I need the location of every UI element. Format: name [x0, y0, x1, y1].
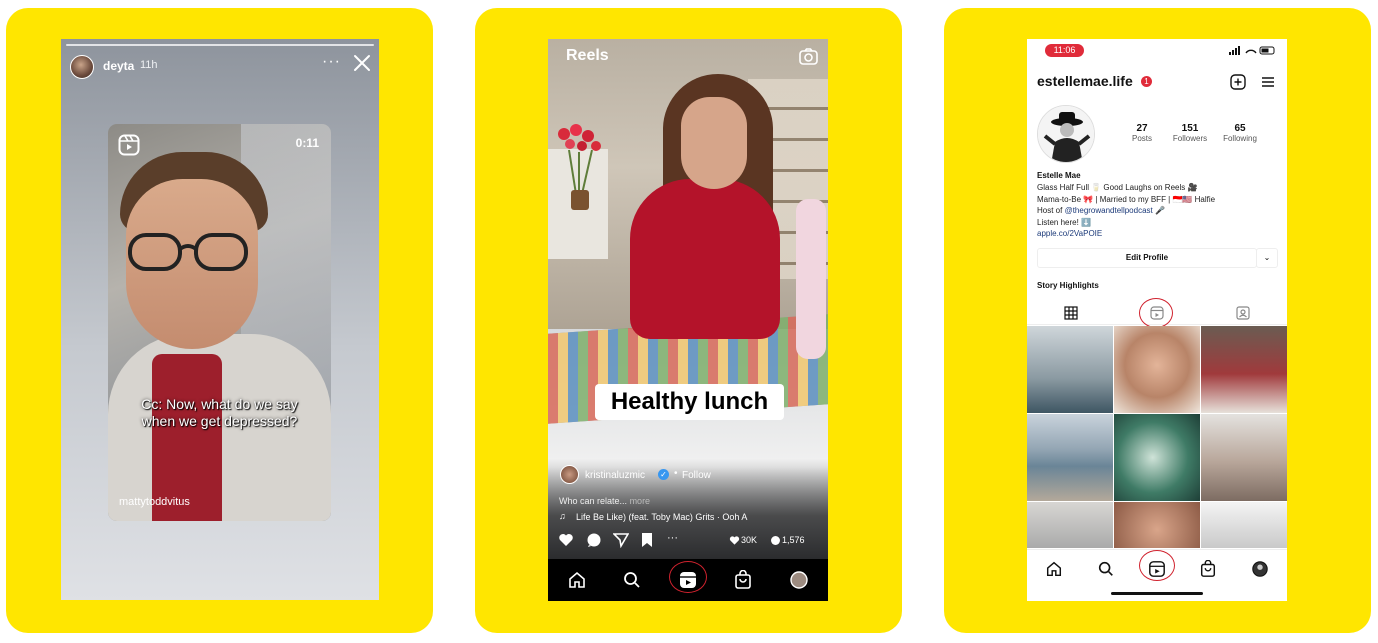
search-icon[interactable]: [1097, 560, 1115, 578]
separator-dot: •: [674, 468, 678, 479]
profile-avatar-icon[interactable]: [1251, 560, 1269, 578]
story-time: 11h: [140, 59, 158, 71]
grid-post[interactable]: [1114, 502, 1200, 548]
story-username[interactable]: deyta: [103, 59, 134, 73]
reel-duration: 0:11: [295, 136, 319, 150]
profile-picture[interactable]: [1037, 105, 1095, 163]
followers-count: 151: [1181, 123, 1199, 134]
heart-icon[interactable]: [558, 532, 574, 548]
bio-line-2: Mama-to-Be 🎀 | Married to my BFF | 🇮🇩🇺🇸 …: [1037, 194, 1216, 204]
reel-author[interactable]: mattytoddvitus: [119, 496, 190, 508]
save-icon[interactable]: [639, 532, 655, 548]
reel-caption-line-1: Cc: Now, what do we say: [141, 396, 298, 412]
shared-reel-card[interactable]: 0:11 Cc: Now, what do we say when we get…: [108, 124, 331, 521]
posts-grid: [1027, 326, 1287, 548]
reel-more-icon[interactable]: ···: [667, 532, 687, 548]
grid-post[interactable]: [1201, 502, 1287, 548]
share-icon[interactable]: [613, 532, 629, 548]
comments-count: 1,576: [782, 535, 805, 545]
grid-post[interactable]: [1114, 326, 1200, 413]
bio-line-1: Glass Half Full 🥛 Good Laughs on Reels 🎥: [1037, 183, 1198, 192]
search-icon[interactable]: [622, 570, 642, 590]
reel-caption-text[interactable]: Who can relate... more: [559, 496, 650, 506]
profile-picture-illustration: [1038, 106, 1094, 162]
followers-stat[interactable]: 151 Followers: [1165, 123, 1215, 143]
chevron-down-icon[interactable]: ⌄: [1256, 248, 1278, 268]
reel-caption: Cc: Now, what do we say when we get depr…: [108, 396, 331, 430]
grid-post[interactable]: [1114, 414, 1200, 501]
reels-tab-highlight-circle: [1139, 298, 1173, 328]
reel-audio-track[interactable]: Life Be Like) (feat. Toby Mac) Grits · O…: [576, 512, 747, 522]
grid-post[interactable]: [1027, 414, 1113, 501]
reel-caption-line-2: when we get depressed?: [141, 413, 298, 429]
posts-count: 27: [1136, 123, 1148, 134]
profile-avatar-icon[interactable]: [789, 570, 809, 590]
profile-stats: 27 Posts 151 Followers 65 Following: [1117, 123, 1277, 149]
verified-badge-icon: ✓: [658, 469, 669, 480]
healthy-lunch-sticker: Healthy lunch: [595, 384, 784, 420]
close-icon[interactable]: [352, 53, 372, 73]
reel-author-name[interactable]: kristinaluzmic: [585, 470, 645, 481]
notification-badge: 1: [1141, 76, 1152, 87]
posts-stat[interactable]: 27 Posts: [1117, 123, 1167, 143]
reels-screen: Reels Healthy lunch kristinaluzmic ✓ • F…: [548, 39, 828, 601]
status-icons: [1229, 46, 1275, 55]
grid-tab-icon[interactable]: [1064, 306, 1078, 320]
bio-line-3-suffix: 🎤: [1155, 206, 1165, 215]
story-highlights-label[interactable]: Story Highlights: [1037, 281, 1099, 290]
reel-action-bar: ···: [558, 532, 820, 548]
story-screen: deyta 11h ··· 0:11 Cc: Now, what do we s…: [61, 39, 379, 600]
story-more-icon[interactable]: ···: [322, 53, 341, 71]
podcast-mention-link[interactable]: @thegrowandtellpodcast: [1065, 206, 1153, 215]
comments-count-icon: [771, 536, 780, 545]
menu-icon[interactable]: [1261, 75, 1275, 89]
reels-icon: [118, 134, 140, 156]
profile-name: Estelle Mae: [1037, 171, 1081, 180]
glasses-illustration: [128, 233, 248, 271]
profile-screen: 11:06 estellemae.life 1 27 Posts 151 Fol…: [1027, 39, 1287, 601]
grid-post[interactable]: [1027, 502, 1113, 548]
likes-count: 30K: [741, 535, 758, 545]
home-icon[interactable]: [567, 570, 587, 590]
grid-post[interactable]: [1201, 414, 1287, 501]
reels-nav-highlight-circle: [1139, 550, 1175, 581]
followers-label: Followers: [1172, 134, 1208, 143]
camera-icon[interactable]: [799, 48, 818, 65]
home-indicator: [1111, 592, 1203, 595]
comment-icon[interactable]: [586, 532, 602, 548]
story-avatar[interactable]: [70, 55, 94, 79]
edit-profile-button[interactable]: Edit Profile: [1037, 248, 1257, 268]
bio-line-3-prefix: Host of: [1037, 206, 1063, 215]
caption-more-link[interactable]: more: [630, 496, 651, 506]
shop-icon[interactable]: [1199, 560, 1217, 578]
reel-author-avatar[interactable]: [560, 465, 579, 484]
flowers-illustration: [558, 124, 601, 210]
reels-title: Reels: [566, 47, 609, 64]
bio-line-4: Listen here! ⬇️: [1037, 217, 1091, 227]
likes-heart-icon: [729, 536, 740, 545]
reel-caption-body: Who can relate...: [559, 496, 628, 506]
following-count: 65: [1234, 123, 1246, 134]
follow-button[interactable]: Follow: [682, 470, 711, 481]
profile-bio: Glass Half Full 🥛 Good Laughs on Reels 🎥…: [1037, 182, 1277, 240]
status-clock: 11:06: [1045, 44, 1084, 57]
shop-icon[interactable]: [733, 570, 753, 590]
grid-post[interactable]: [1201, 326, 1287, 413]
posts-label: Posts: [1131, 134, 1152, 143]
following-label: Following: [1223, 134, 1257, 143]
following-stat[interactable]: 65 Following: [1215, 123, 1265, 143]
story-progress-bar: [66, 44, 374, 46]
reels-tab-highlight-circle: [669, 561, 707, 593]
bio-website-link[interactable]: apple.co/2VaPOIE: [1037, 229, 1102, 238]
profile-handle[interactable]: estellemae.life: [1037, 73, 1133, 89]
grid-post[interactable]: [1027, 326, 1113, 413]
home-icon[interactable]: [1045, 560, 1063, 578]
add-post-icon[interactable]: [1230, 74, 1246, 90]
tagged-tab-icon[interactable]: [1236, 306, 1250, 320]
music-note-icon: ♫: [559, 511, 566, 521]
